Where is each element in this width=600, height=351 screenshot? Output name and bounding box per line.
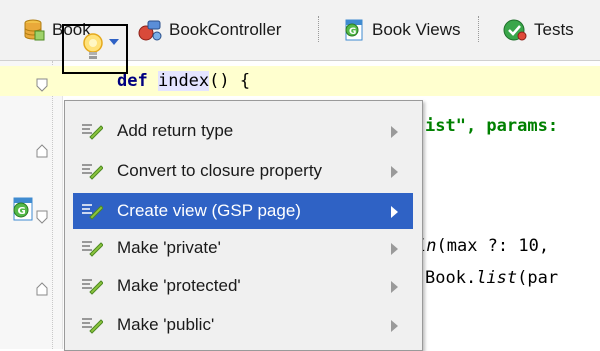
menu-item-label: Create view (GSP page) — [117, 201, 301, 220]
code-text: () { — [209, 71, 251, 91]
controller-icon — [138, 20, 162, 41]
intention-action-icon — [82, 241, 103, 257]
code-text: ist", params: — [425, 116, 559, 136]
menu-item-make-private[interactable]: Make 'private' — [73, 230, 413, 266]
menu-item-make-public[interactable]: Make 'public' — [73, 307, 413, 343]
tab-book-views-label: Book Views — [372, 20, 461, 39]
code-text-italic: list — [476, 268, 518, 288]
tab-tests[interactable]: Tests — [502, 14, 574, 46]
submenu-arrow-icon — [391, 126, 398, 138]
tab-tests-label: Tests — [534, 20, 574, 39]
menu-item-label: Make 'protected' — [117, 276, 241, 295]
code-text: Book. — [425, 268, 477, 288]
keyword-def: def — [117, 71, 148, 91]
menu-item-label: Make 'private' — [117, 238, 221, 257]
submenu-arrow-icon — [391, 166, 398, 178]
gutter-fold-line — [52, 61, 53, 349]
lightbulb-icon — [83, 33, 103, 59]
intention-bulb-button[interactable] — [62, 24, 128, 74]
intention-action-icon — [82, 164, 103, 180]
menu-item-add-return-type[interactable]: Add return type — [73, 113, 413, 149]
views-icon: G — [345, 19, 363, 41]
tab-bookcontroller-label: BookController — [169, 20, 282, 39]
menu-item-make-protected[interactable]: Make 'protected' — [73, 268, 413, 304]
toolbar-separator — [318, 16, 319, 42]
fold-marker-icon[interactable] — [36, 210, 48, 224]
menu-item-convert-to-closure-property[interactable]: Convert to closure property — [73, 153, 413, 189]
intention-action-icon — [82, 124, 103, 140]
code-line-def-index[interactable]: def index() { — [117, 71, 250, 91]
fold-marker-icon[interactable] — [36, 78, 48, 92]
submenu-arrow-icon — [391, 243, 398, 255]
chevron-down-icon — [109, 39, 119, 45]
fold-marker-icon[interactable] — [36, 282, 48, 296]
gsp-view-gutter-icon[interactable]: G — [10, 196, 36, 222]
intention-actions-popup: Add return type Convert to closure prope… — [64, 100, 423, 351]
fold-marker-icon[interactable] — [36, 144, 48, 158]
database-icon — [24, 19, 45, 41]
intention-action-icon — [82, 318, 103, 334]
tab-bookcontroller[interactable]: BookController — [137, 14, 281, 46]
submenu-arrow-icon — [391, 281, 398, 293]
code-text: (par — [517, 268, 559, 288]
svg-text:G: G — [349, 27, 356, 37]
menu-item-label: Add return type — [117, 121, 234, 140]
intention-action-icon — [82, 204, 103, 220]
toolbar-separator — [478, 16, 479, 42]
code-text: (max ?: 10, — [436, 236, 550, 256]
intention-action-icon — [82, 279, 103, 295]
tab-book-views[interactable]: G Book Views — [342, 14, 461, 46]
menu-item-label: Convert to closure property — [117, 161, 323, 180]
menu-item-create-view-gsp[interactable]: Create view (GSP page) — [73, 193, 413, 229]
method-name: index — [157, 71, 210, 91]
menu-item-label: Make 'public' — [117, 315, 215, 334]
submenu-arrow-icon — [391, 320, 398, 332]
submenu-arrow-icon — [391, 206, 398, 218]
svg-text:G: G — [18, 206, 26, 217]
tests-icon — [503, 19, 527, 41]
code-line-book-list[interactable]: Book.list(par — [425, 268, 558, 288]
code-line-max[interactable]: in(max ?: 10, — [416, 236, 549, 256]
code-line-render[interactable]: ist", params: — [425, 116, 558, 136]
